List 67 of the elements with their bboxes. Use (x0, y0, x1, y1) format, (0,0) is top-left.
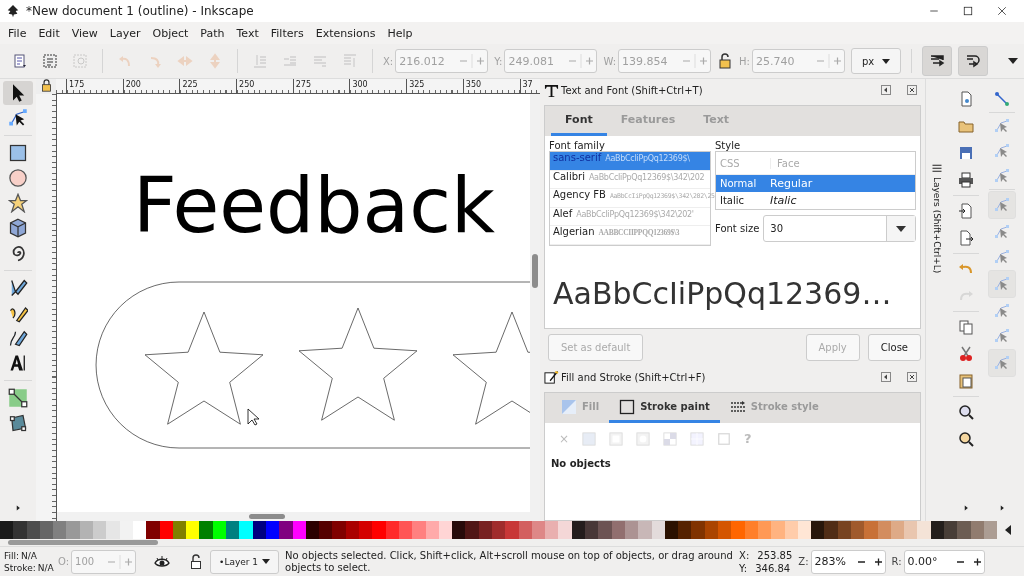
unit-dropdown[interactable]: px (850, 48, 902, 74)
menu-item[interactable]: View (65, 26, 104, 40)
font-name: Agency FB (553, 189, 606, 200)
status-message: No objects selected. Click, Shift+click, Alt+scroll mouse on top of objects, or drag around objects to select. (285, 549, 734, 574)
font-list-item[interactable]: Calibri AaBbCcIiPpQq12369$\342\202 (550, 170, 710, 189)
ruler-label: 350 (462, 79, 520, 93)
field-label: Fill: (4, 549, 20, 562)
ruler-label: 225 (179, 79, 237, 93)
font-name: sans-serif (553, 152, 602, 163)
menu-item[interactable]: Filters (264, 26, 310, 40)
window-title: *New document 1 (outline) - Inkscape (26, 4, 255, 18)
field-label: Y: (494, 55, 503, 67)
coordinate-value: 346.84 (755, 561, 791, 575)
font-name: Algerian (553, 226, 595, 237)
panel-title: Fill and Stroke (Shift+Ctrl+F) (561, 371, 707, 383)
column-header: Face (770, 157, 800, 169)
column-header: CSS (719, 157, 741, 169)
dialog-button[interactable]: Close (867, 334, 921, 361)
ruler-label: 200 (122, 79, 180, 93)
style-value: N/A (37, 561, 54, 574)
panel-title: Text and Font (Shift+Ctrl+T) (561, 84, 704, 96)
font-list-item[interactable]: Alef AaBbCcIiPpQq12369$\342\202' (550, 207, 710, 226)
ruler-label: 275 (292, 79, 350, 93)
style-value: N/A (21, 549, 37, 562)
ruler-label: 325 (406, 79, 463, 93)
menu-item[interactable]: Layer (103, 26, 147, 40)
ruler-label: 250 (236, 79, 293, 93)
font-sample-text: AaBbCcIiPpQq12369$\342\202' (576, 209, 694, 219)
number-field[interactable]: 0.00° (903, 549, 985, 574)
style-list-item[interactable]: Normal Regular (716, 175, 915, 192)
menu-item[interactable]: Edit (32, 26, 66, 40)
layers-tab[interactable]: Layers (Shift+Ctrl+L) (932, 177, 942, 274)
section-label: Style (715, 140, 742, 151)
feedback-text: Feedback (133, 161, 495, 250)
tab[interactable]: Font (551, 106, 607, 136)
field-label: X: (739, 548, 750, 562)
field-label: Stroke: (4, 561, 36, 574)
menu-item[interactable]: Extensions (309, 26, 382, 40)
ruler-label: 37 (519, 79, 533, 93)
menu-item[interactable]: Text (230, 26, 265, 40)
field-label: R: (891, 556, 902, 567)
menu-item[interactable]: Object (146, 26, 195, 40)
font-preview-text: AaBbCcIiPpQq12369… (552, 275, 893, 312)
status-message: No objects (550, 457, 612, 471)
font-sample-text: AaBbCcIiPpQq12369$\342\202 (588, 172, 705, 182)
layer-dropdown[interactable]: •Layer 1 (210, 549, 280, 574)
tab[interactable]: Stroke paint (609, 393, 720, 423)
section-label: Font family (549, 140, 606, 151)
ruler-label: 175 (66, 79, 123, 93)
field-label: H: (739, 55, 750, 67)
coordinate-value: 253.85 (757, 548, 793, 562)
field-label: Z: (798, 556, 809, 567)
field-label: W: (603, 55, 617, 67)
font-name: Calibri (553, 170, 585, 182)
menu-item[interactable]: Path (194, 26, 231, 40)
field-label: O: (58, 556, 70, 567)
field-label: Font size (715, 223, 760, 234)
ruler-label: 300 (349, 79, 407, 93)
style-list-item[interactable]: Italic Italic (716, 192, 915, 209)
number-field[interactable]: 283% (810, 549, 886, 574)
field-label: Y: (739, 561, 748, 575)
font-name: Alef (553, 207, 573, 219)
font-size-combo[interactable]: 30 (763, 215, 916, 242)
menu-item[interactable]: File (2, 26, 33, 40)
field-label: X: (383, 55, 394, 67)
menu-item[interactable]: Help (381, 26, 419, 40)
font-sample-text: AaBbCcIiPpQq12369$\ (605, 154, 690, 163)
